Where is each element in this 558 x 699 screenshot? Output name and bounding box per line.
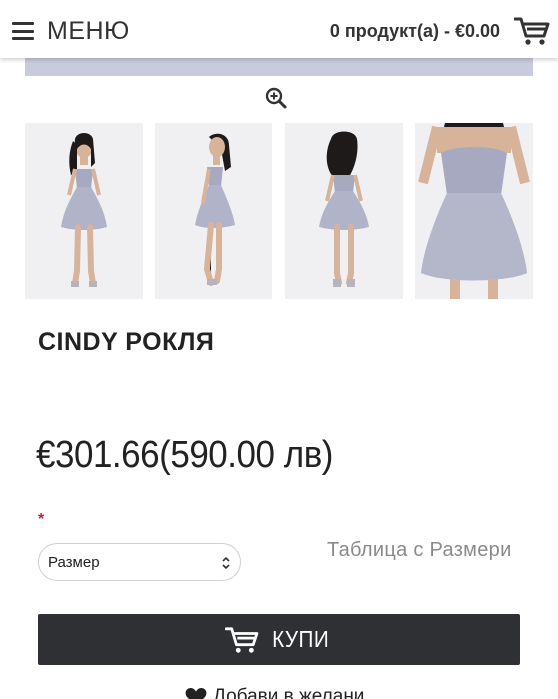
- top-navigation-bar: МЕНЮ 0 продукт(а) - €0.00: [0, 0, 558, 58]
- image-gallery-thumbnails: [25, 123, 533, 299]
- thumbnail-side[interactable]: [155, 123, 272, 299]
- shopping-cart-icon: [514, 16, 550, 46]
- main-product-image-strip[interactable]: [25, 58, 533, 76]
- heart-icon: [185, 688, 207, 699]
- thumbnail-front[interactable]: [25, 123, 143, 299]
- size-select[interactable]: Размер: [38, 543, 241, 581]
- cart-summary: 0 продукт(а) - €0.00: [329, 20, 500, 41]
- thumbnail-back[interactable]: [285, 123, 403, 299]
- size-table-link[interactable]: Таблица с Размери: [327, 539, 512, 562]
- size-select-value: Размер: [48, 553, 100, 571]
- product-price: €301.66(590.00 лв): [36, 434, 334, 476]
- buy-button[interactable]: КУПИ: [38, 614, 520, 665]
- required-marker: *: [38, 511, 45, 528]
- zoom-in-icon[interactable]: [264, 86, 288, 110]
- shopping-cart-icon: [225, 626, 259, 653]
- menu-button[interactable]: МЕНЮ: [12, 15, 130, 47]
- wishlist-label: Добави в желани: [213, 686, 365, 699]
- add-to-wishlist-link[interactable]: Добави в желани: [185, 686, 364, 699]
- cart-button[interactable]: 0 продукт(а) - €0.00: [330, 13, 550, 49]
- select-arrows-icon: [221, 555, 231, 571]
- hamburger-icon: [12, 22, 34, 40]
- buy-button-label: КУПИ: [272, 626, 330, 652]
- menu-label: МЕНЮ: [47, 16, 130, 45]
- thumbnail-closeup[interactable]: [415, 123, 533, 299]
- product-title: CINDY РОКЛЯ: [38, 328, 215, 356]
